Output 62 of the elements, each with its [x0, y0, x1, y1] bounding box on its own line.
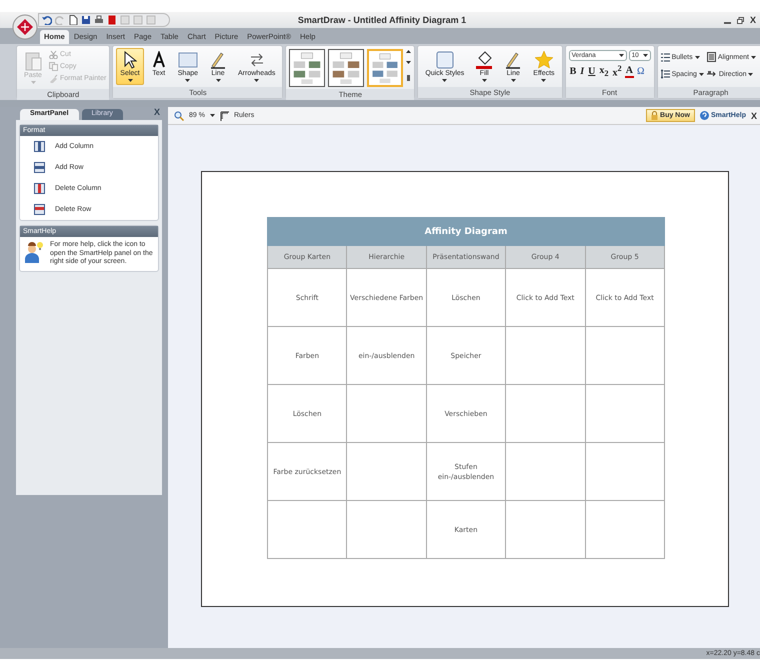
- caret-icon[interactable]: [642, 54, 648, 57]
- text-icon: [152, 51, 166, 69]
- close-button[interactable]: X: [750, 110, 760, 120]
- spacing-icon: [660, 69, 670, 79]
- pen-line-icon: [209, 51, 228, 69]
- caret-icon[interactable]: [541, 79, 546, 82]
- caret-icon[interactable]: [698, 72, 704, 76]
- copy-icon: [49, 62, 58, 71]
- caret-icon[interactable]: [216, 79, 221, 82]
- theme-thumbnail[interactable]: [367, 49, 404, 87]
- format-button[interactable]: Ω: [636, 66, 646, 77]
- person-lightbulb-icon[interactable]: [24, 241, 44, 263]
- style-square-icon: [436, 51, 454, 69]
- window-title: SmartDraw - Untitled Affinity Diagram 1: [296, 15, 468, 25]
- caret-icon[interactable]: [510, 79, 516, 82]
- column-icon: [34, 141, 45, 152]
- direction-icon: [706, 70, 717, 78]
- align-icon: [706, 52, 716, 62]
- format-button[interactable]: U: [587, 66, 596, 77]
- format-button[interactable]: B: [568, 66, 578, 77]
- row-icon: [34, 162, 45, 173]
- column-icon: [34, 183, 45, 194]
- brush-icon: [49, 74, 58, 83]
- caret-icon[interactable]: [751, 56, 756, 58]
- close-button[interactable]: X: [750, 15, 756, 25]
- scissors-icon: [49, 50, 58, 59]
- caret-icon[interactable]: [185, 79, 190, 82]
- row-icon: [34, 204, 45, 215]
- paint-bucket-icon: [475, 51, 494, 69]
- format-button[interactable]: x$_{2}$: [598, 64, 610, 78]
- new-page-icon[interactable]: [68, 15, 78, 25]
- pointer-icon: [123, 51, 138, 69]
- ruler-icon[interactable]: [220, 110, 229, 120]
- caret-icon[interactable]: [442, 79, 448, 82]
- clipboard-icon: [24, 51, 42, 71]
- caret-icon[interactable]: [128, 79, 133, 82]
- format-button[interactable]: x$^{2}$: [612, 64, 623, 78]
- restore-icon[interactable]: [736, 16, 744, 24]
- caret-icon[interactable]: [618, 54, 624, 57]
- close-button[interactable]: X: [154, 107, 160, 117]
- format-button[interactable]: A: [624, 64, 634, 78]
- arrows-icon: [250, 51, 264, 69]
- caret-icon[interactable]: [254, 79, 260, 82]
- lock-icon: [651, 111, 658, 120]
- caret-icon[interactable]: [748, 72, 754, 76]
- caret-icon[interactable]: [210, 114, 215, 117]
- undo-icon[interactable]: [42, 15, 52, 25]
- diagram-title: Affinity Diagram: [268, 218, 664, 246]
- star-icon: [534, 51, 553, 69]
- bullets-icon: [660, 52, 670, 62]
- caret-icon[interactable]: [482, 79, 487, 82]
- format-button[interactable]: I: [579, 66, 586, 77]
- theme-thumbnail[interactable]: [328, 49, 364, 87]
- pdf-icon[interactable]: [107, 15, 117, 25]
- caret-icon[interactable]: [694, 56, 700, 58]
- help-icon: [700, 111, 709, 120]
- rectangle-icon: [178, 51, 198, 69]
- printer-icon[interactable]: [94, 15, 104, 25]
- theme-thumbnail[interactable]: [289, 49, 326, 87]
- pen-line-icon: [504, 51, 522, 69]
- zoom-icon[interactable]: [174, 110, 184, 120]
- save-icon[interactable]: [81, 15, 91, 25]
